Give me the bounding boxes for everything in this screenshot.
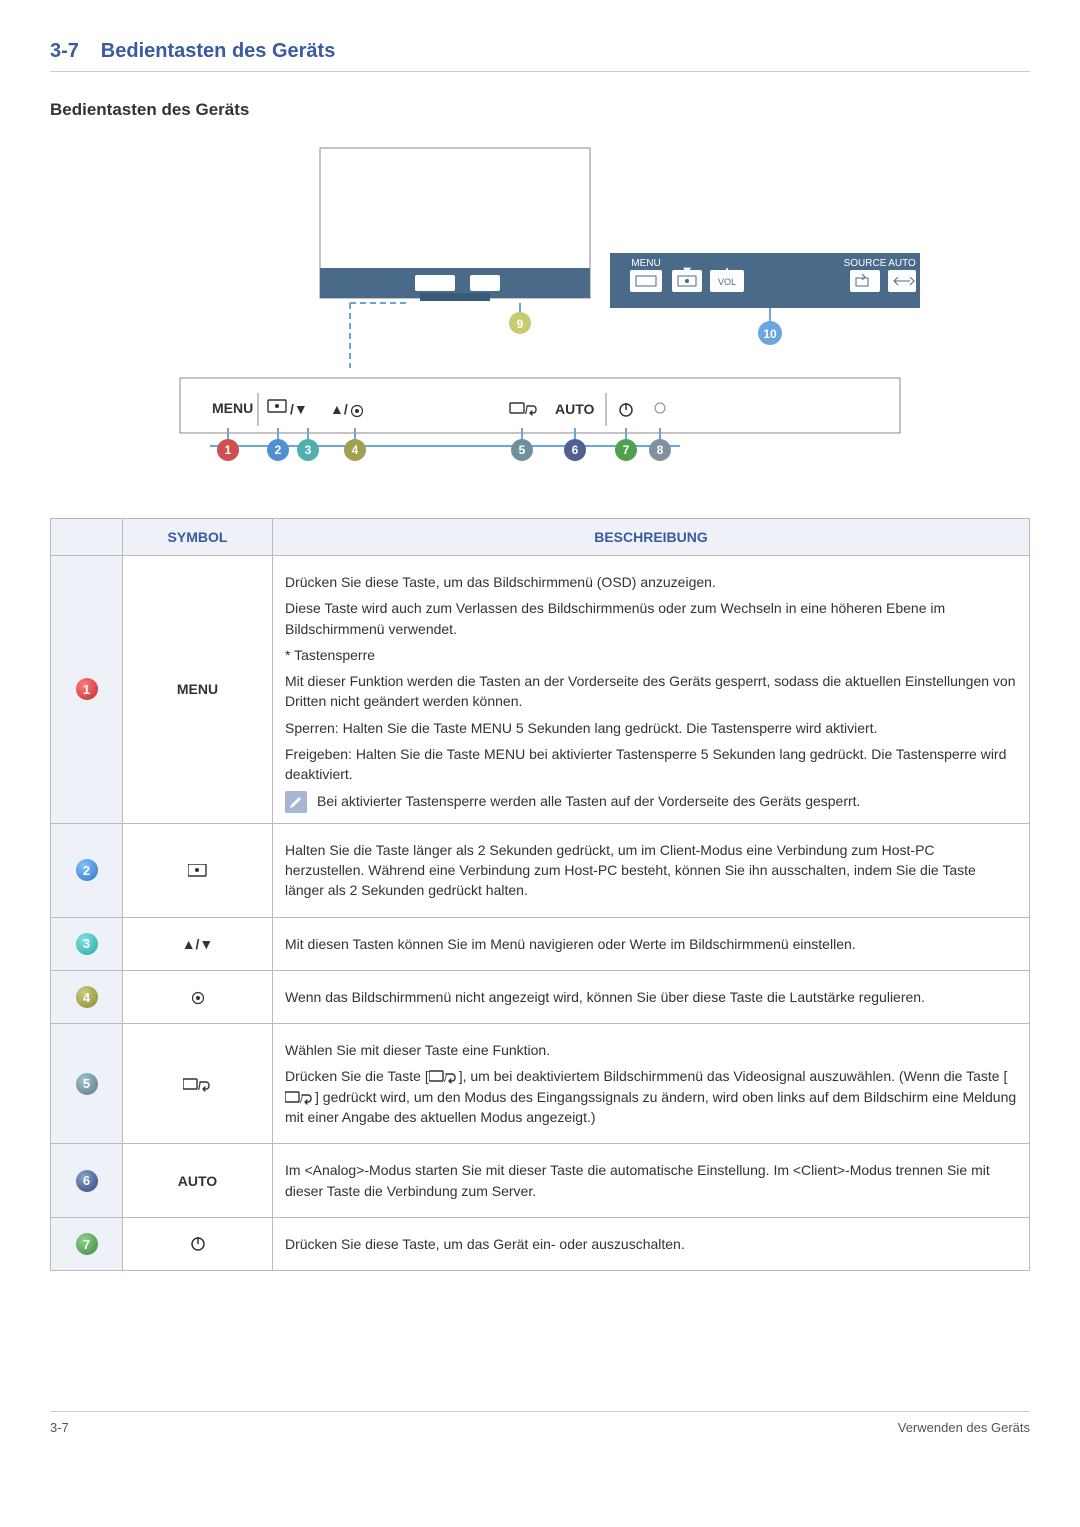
row-symbol — [123, 1217, 273, 1270]
note-text: Bei aktivierter Tastensperre werden alle… — [317, 791, 860, 811]
section-header: 3-7 Bedientasten des Geräts — [50, 40, 1030, 63]
row-number-badge: 7 — [51, 1217, 123, 1270]
row-description: Mit diesen Tasten können Sie im Menü nav… — [273, 917, 1030, 970]
row-symbol — [123, 970, 273, 1023]
row-number-badge: 1 — [51, 556, 123, 824]
svg-text:5: 5 — [519, 443, 526, 457]
table-row: 3▲/▼Mit diesen Tasten können Sie im Menü… — [51, 917, 1030, 970]
svg-text:MENU: MENU — [631, 258, 660, 269]
row-description: Im <Analog>-Modus starten Sie mit dieser… — [273, 1144, 1030, 1218]
section-number: 3-7 — [50, 40, 79, 62]
svg-text:4: 4 — [352, 443, 359, 457]
row-description: Wenn das Bildschirmmenü nicht angezeigt … — [273, 970, 1030, 1023]
row-description: Wählen Sie mit dieser Taste eine Funktio… — [273, 1024, 1030, 1144]
table-head-blank — [51, 519, 123, 556]
row-number-badge: 5 — [51, 1024, 123, 1144]
power-icon — [190, 1236, 206, 1252]
subheading: Bedientasten des Geräts — [50, 100, 1030, 120]
page-footer: 3-7 Verwenden des Geräts — [50, 1411, 1030, 1435]
svg-text:6: 6 — [572, 443, 579, 457]
callout-10: 10 — [763, 327, 777, 341]
row-description: Drücken Sie diese Taste, um das Bildschi… — [273, 556, 1030, 824]
svg-text:1: 1 — [225, 443, 232, 457]
svg-text:AUTO: AUTO — [555, 401, 595, 417]
table-head-description: BESCHREIBUNG — [273, 519, 1030, 556]
row-symbol — [123, 823, 273, 917]
callout-9: 9 — [517, 317, 524, 331]
button-description-table: SYMBOL BESCHREIBUNG 1MENUDrücken Sie die… — [50, 518, 1030, 1271]
table-row: 6AUTOIm <Analog>-Modus starten Sie mit d… — [51, 1144, 1030, 1218]
svg-text:▲/: ▲/ — [330, 401, 348, 417]
svg-text:2: 2 — [275, 443, 282, 457]
table-head-symbol: SYMBOL — [123, 519, 273, 556]
row-symbol: AUTO — [123, 1144, 273, 1218]
footer-left: 3-7 — [50, 1420, 69, 1435]
svg-text:3: 3 — [305, 443, 312, 457]
svg-text:VOL: VOL — [718, 277, 736, 287]
table-row: 5 Wählen Sie mit dieser Taste eine Funkti… — [51, 1024, 1030, 1144]
svg-text:MENU: MENU — [212, 400, 253, 416]
source-enter-icon — [429, 1068, 459, 1084]
note-icon — [285, 791, 307, 813]
monitor-connect-icon — [188, 862, 208, 878]
row-number-badge: 2 — [51, 823, 123, 917]
svg-text:SOURCE: SOURCE — [844, 258, 887, 269]
row-symbol — [123, 1024, 273, 1144]
source-enter-icon — [183, 1076, 213, 1092]
row-description: Halten Sie die Taste länger als 2 Sekund… — [273, 823, 1030, 917]
table-row: 4 Wenn das Bildschirmmenü nicht angezeigt… — [51, 970, 1030, 1023]
dot-target-icon — [191, 989, 205, 1005]
svg-text:AUTO: AUTO — [888, 258, 916, 269]
section-title: Bedientasten des Geräts — [101, 40, 336, 62]
row-symbol: MENU — [123, 556, 273, 824]
device-buttons-figure: 9 MENU ▼ ▲ VOL SOURCE AUTO 10 MENU /▼ ▲/ — [50, 138, 1030, 468]
source-enter-icon — [285, 1089, 315, 1105]
row-number-badge: 4 — [51, 970, 123, 1023]
row-symbol: ▲/▼ — [123, 917, 273, 970]
table-row: 1MENUDrücken Sie diese Taste, um das Bil… — [51, 556, 1030, 824]
row-number-badge: 6 — [51, 1144, 123, 1218]
svg-text:7: 7 — [623, 443, 630, 457]
divider — [50, 71, 1030, 72]
svg-text:8: 8 — [657, 443, 664, 457]
table-row: 7 Drücken Sie diese Taste, um das Gerät e… — [51, 1217, 1030, 1270]
row-description: Drücken Sie diese Taste, um das Gerät ei… — [273, 1217, 1030, 1270]
row-number-badge: 3 — [51, 917, 123, 970]
table-row: 2 Halten Sie die Taste länger als 2 Sekun… — [51, 823, 1030, 917]
footer-right: Verwenden des Geräts — [898, 1420, 1030, 1435]
svg-text:/▼: /▼ — [290, 401, 308, 417]
